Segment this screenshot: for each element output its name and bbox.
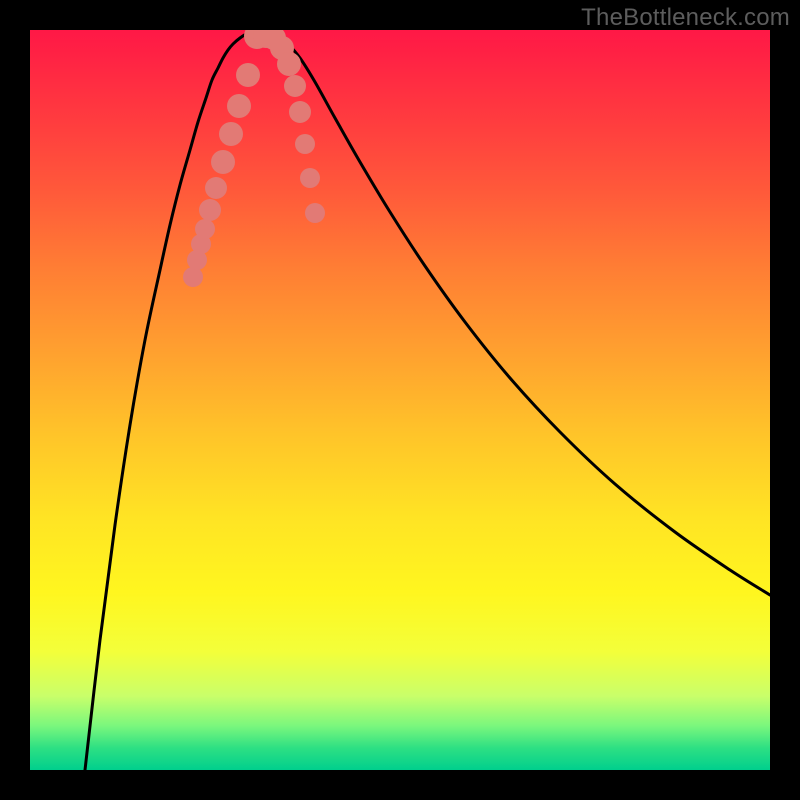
data-dot	[284, 75, 306, 97]
data-dot	[219, 122, 243, 146]
plot-area	[30, 30, 770, 770]
watermark-label: TheBottleneck.com	[581, 4, 790, 32]
data-dot	[305, 203, 325, 223]
data-dot	[211, 150, 235, 174]
data-dot	[227, 94, 251, 118]
chart-frame: TheBottleneck.com	[0, 0, 800, 800]
chart-svg	[30, 30, 770, 770]
data-dot	[199, 199, 221, 221]
data-dot	[289, 101, 311, 123]
data-dot	[277, 52, 301, 76]
data-dot	[205, 177, 227, 199]
data-dot	[195, 219, 215, 239]
data-dot	[300, 168, 320, 188]
data-dot	[183, 267, 203, 287]
data-dot	[295, 134, 315, 154]
bottleneck-curve	[85, 31, 770, 770]
data-dot	[236, 63, 260, 87]
